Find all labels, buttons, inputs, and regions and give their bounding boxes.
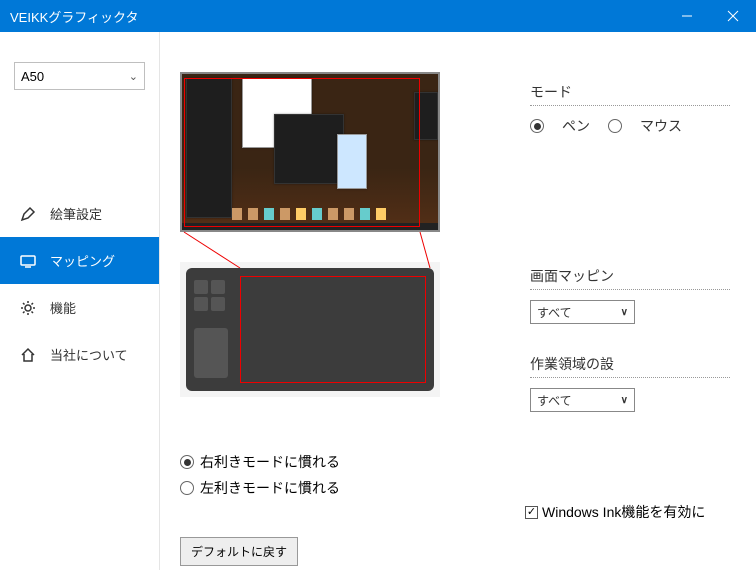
sidebar-item-function[interactable]: 機能 [0, 284, 159, 331]
mode-label: モード [530, 82, 730, 106]
work-area-select[interactable]: すべて ∨ [530, 388, 635, 412]
sidebar-item-about[interactable]: 当社について [0, 331, 159, 378]
pen-icon [20, 206, 36, 222]
mode-mouse-label: マウス [640, 116, 682, 136]
reset-default-button[interactable]: デフォルトに戻す [180, 537, 298, 566]
gear-icon [20, 300, 36, 316]
sidebar-item-label: 絵筆設定 [50, 204, 102, 223]
right-hand-label: 右利きモードに慣れる [200, 452, 340, 472]
minimize-button[interactable] [664, 0, 710, 32]
checkbox-icon: ✓ [525, 506, 538, 519]
tablet-preview[interactable] [180, 262, 440, 397]
main-panel: モード ペン マウス 画面マッピン すべて ∨ 作業領域の設 すべて [160, 32, 756, 570]
chevron-down-icon: ∨ [621, 395, 628, 406]
tablet-express-keys [194, 280, 228, 311]
windows-ink-label: Windows Ink機能を有効に [542, 502, 705, 522]
work-area-label: 作業領域の設 [530, 354, 730, 378]
sidebar-item-mapping[interactable]: マッピング [0, 237, 159, 284]
right-hand-radio[interactable] [180, 455, 194, 469]
window-title: VEIKKグラフィックタ [10, 7, 139, 26]
work-area-section: 作業領域の設 すべて ∨ [530, 354, 730, 412]
sidebar-item-label: 当社について [50, 345, 128, 364]
sidebar-item-label: 機能 [50, 298, 76, 317]
screen-mapping-select[interactable]: すべて ∨ [530, 300, 635, 324]
tablet-touchpad [194, 328, 228, 378]
home-icon [20, 347, 36, 363]
sidebar-item-label: マッピング [50, 251, 115, 270]
mapping-guide-lines [180, 232, 440, 262]
left-hand-radio[interactable] [180, 481, 194, 495]
tablet-work-area-region[interactable] [240, 276, 426, 383]
monitor-icon [20, 253, 36, 269]
screen-preview[interactable] [180, 72, 440, 232]
chevron-down-icon: ∨ [621, 307, 628, 318]
mode-mouse-radio[interactable] [608, 119, 622, 133]
mode-pen-radio[interactable] [530, 119, 544, 133]
close-button[interactable] [710, 0, 756, 32]
chevron-down-icon: ⌄ [129, 70, 138, 83]
mode-section: モード ペン マウス [530, 82, 730, 136]
sidebar-item-pen[interactable]: 絵筆設定 [0, 190, 159, 237]
windows-ink-checkbox[interactable]: ✓ Windows Ink機能を有効に [525, 502, 705, 522]
device-select[interactable]: A50 ⌄ [14, 62, 145, 90]
screen-mapping-label: 画面マッピン [530, 266, 730, 290]
sidebar: A50 ⌄ 絵筆設定 マッピング 機能 [0, 32, 160, 570]
mapping-preview [180, 72, 440, 397]
screen-mapping-region[interactable] [184, 78, 420, 227]
handedness-group: 右利きモードに慣れる 左利きモードに慣れる [180, 452, 340, 498]
device-select-value: A50 [21, 69, 44, 84]
work-area-value: すべて [537, 392, 572, 409]
screen-mapping-section: 画面マッピン すべて ∨ [530, 266, 730, 324]
screen-mapping-value: すべて [537, 304, 572, 321]
mode-pen-label: ペン [562, 116, 590, 136]
titlebar: VEIKKグラフィックタ [0, 0, 756, 32]
left-hand-label: 左利きモードに慣れる [200, 478, 340, 498]
